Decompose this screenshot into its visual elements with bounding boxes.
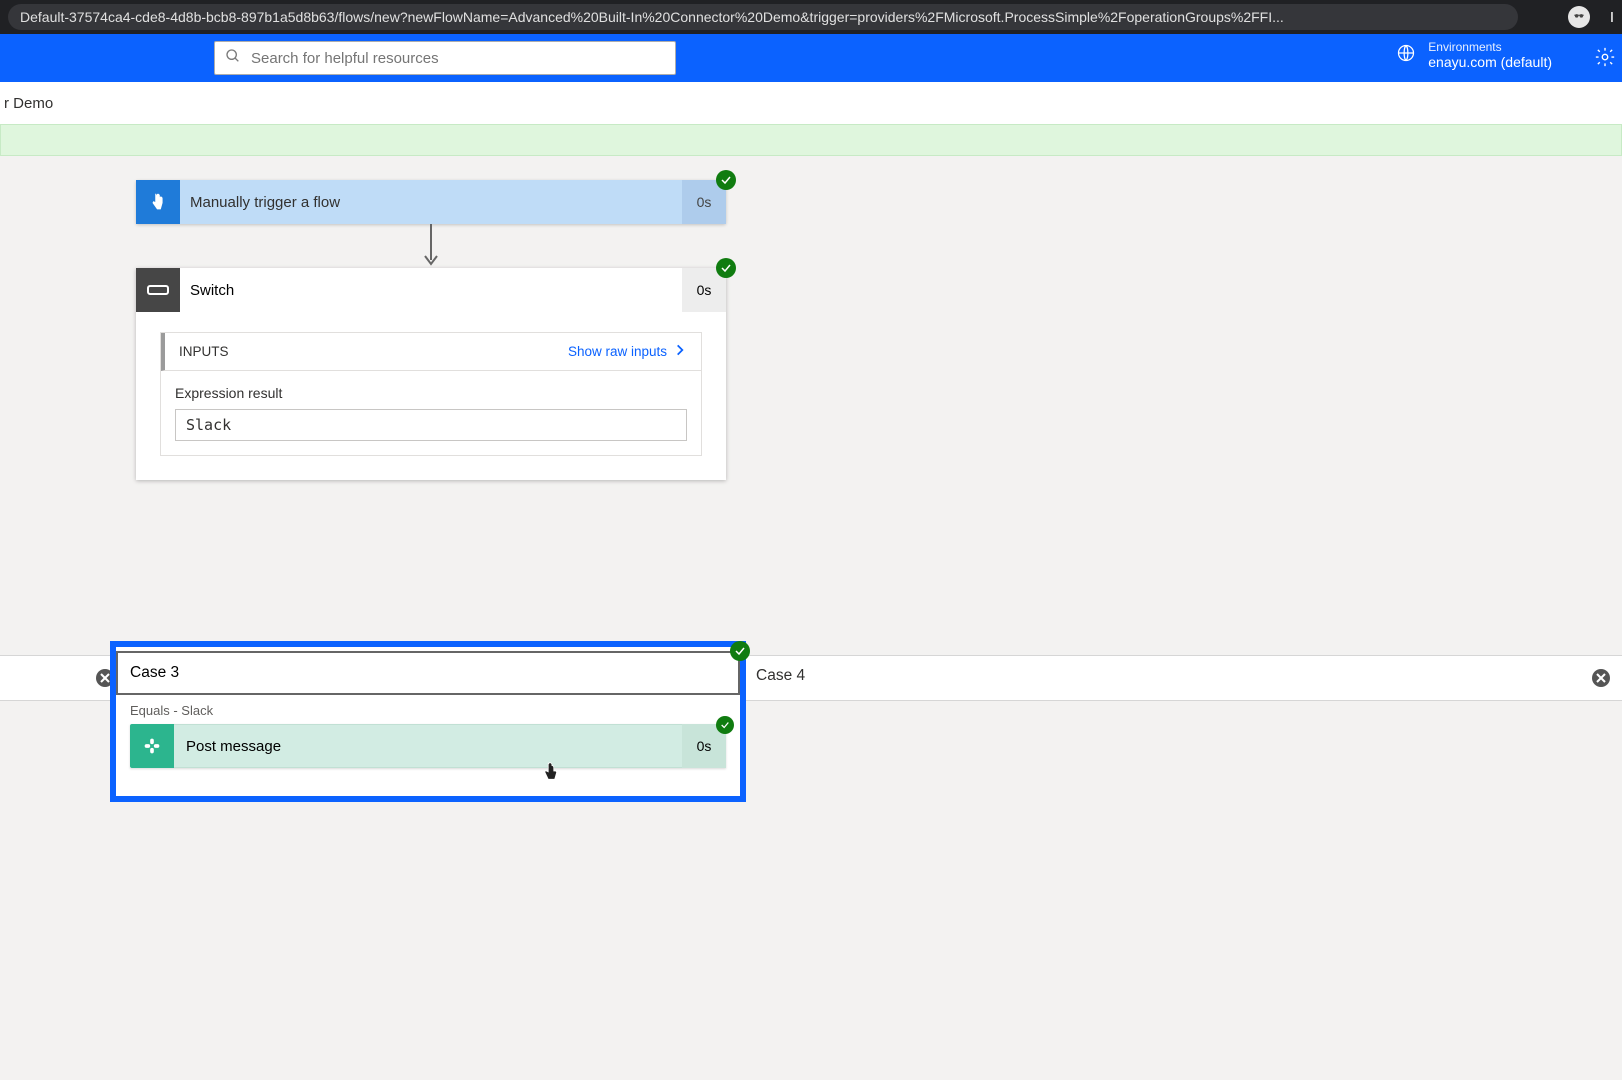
connector-arrow: [430, 224, 432, 268]
switch-icon: [136, 268, 180, 312]
slack-icon: [130, 724, 174, 768]
check-icon: [716, 258, 736, 278]
environment-label: Environments: [1428, 40, 1552, 54]
switch-card[interactable]: Switch 0s INPUTS Show raw inputs Express…: [136, 268, 726, 480]
search-input[interactable]: [251, 50, 665, 67]
globe-icon: [1396, 43, 1416, 68]
profile-truncated: I: [1610, 9, 1614, 26]
inputs-panel: INPUTS Show raw inputs Expression result…: [160, 332, 702, 456]
app-header: Environments enayu.com (default): [0, 34, 1622, 82]
show-raw-inputs-link[interactable]: Show raw inputs: [568, 343, 687, 360]
check-icon: [716, 170, 736, 190]
settings-button[interactable]: [1594, 46, 1616, 73]
trigger-card[interactable]: Manually trigger a flow 0s: [136, 180, 726, 224]
inputs-label: INPUTS: [179, 344, 229, 359]
search-box[interactable]: [214, 41, 676, 75]
success-banner: [0, 124, 1622, 156]
trigger-title: Manually trigger a flow: [180, 180, 682, 224]
case-3-card[interactable]: Case 3 Equals - Slack Post message 0s: [110, 641, 746, 802]
page-title-fragment: r Demo: [4, 95, 53, 112]
cursor-pointer-icon: [540, 760, 562, 782]
manual-trigger-icon: [136, 180, 180, 224]
post-message-title: Post message: [174, 724, 682, 768]
check-icon: [716, 716, 734, 734]
scroll-right-button[interactable]: [1592, 669, 1610, 687]
case-3-condition: Equals - Slack: [130, 703, 726, 718]
check-icon: [730, 641, 750, 661]
expression-result-value: Slack: [175, 409, 687, 441]
case-3-title: Case 3: [118, 664, 179, 682]
browser-url[interactable]: Default-37574ca4-cde8-4d8b-bcb8-897b1a5d…: [8, 4, 1518, 30]
browser-address-bar: Default-37574ca4-cde8-4d8b-bcb8-897b1a5d…: [0, 0, 1622, 34]
expression-result-label: Expression result: [175, 385, 687, 401]
environment-picker[interactable]: Environments enayu.com (default): [1396, 40, 1552, 70]
environment-value: enayu.com (default): [1428, 54, 1552, 70]
chevron-right-icon: [673, 343, 687, 360]
flow-canvas[interactable]: Manually trigger a flow 0s Switch 0s INP…: [0, 156, 1622, 480]
switch-title: Switch: [180, 268, 682, 312]
search-icon: [225, 48, 241, 69]
case-4-title[interactable]: Case 4: [756, 667, 805, 685]
page-subheader: r Demo: [0, 82, 1622, 124]
extension-badge[interactable]: [1568, 6, 1590, 28]
post-message-action[interactable]: Post message 0s: [130, 724, 726, 768]
